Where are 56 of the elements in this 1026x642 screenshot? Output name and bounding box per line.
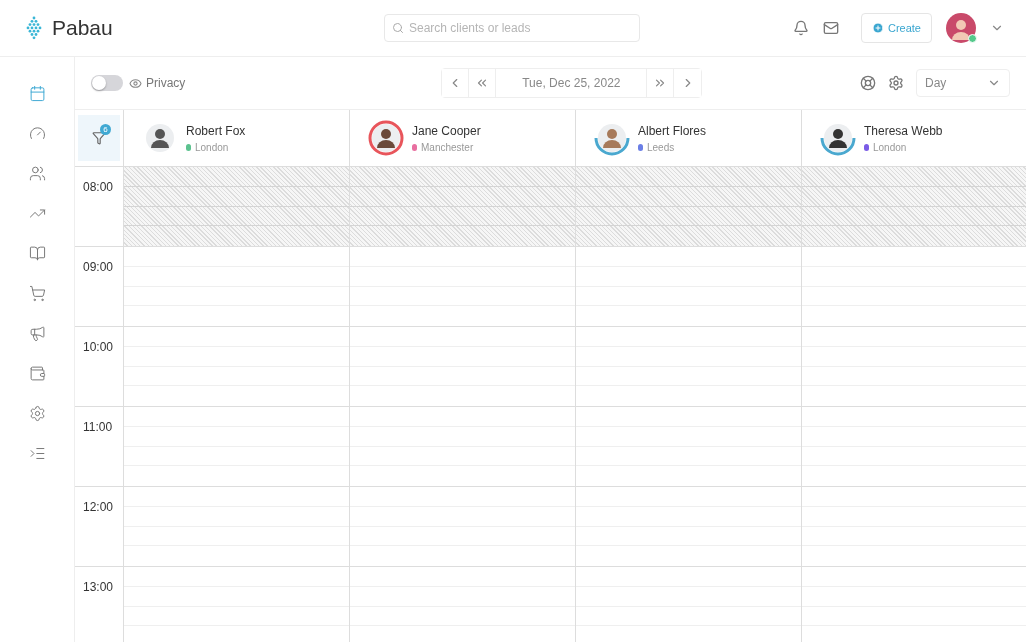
blocked-slot[interactable] <box>802 167 1026 247</box>
staff-name: Theresa Webb <box>864 123 943 138</box>
privacy-label: Privacy <box>146 76 186 90</box>
location-label: London <box>873 141 907 153</box>
calendar-icon[interactable] <box>27 83 47 103</box>
time-slot[interactable] <box>124 567 350 642</box>
previous-button[interactable] <box>442 69 470 97</box>
time-slot[interactable] <box>124 327 350 407</box>
filter-button[interactable]: 6 <box>78 115 120 161</box>
lifebuoy-icon[interactable] <box>860 75 876 91</box>
time-slot[interactable] <box>576 407 802 487</box>
wallet-icon[interactable] <box>27 363 47 383</box>
time-slot[interactable] <box>350 327 576 407</box>
filter-icon <box>92 131 106 145</box>
privacy-toggle[interactable] <box>91 75 123 91</box>
staff-name: Robert Fox <box>186 123 246 138</box>
location-label: Manchester <box>421 141 474 153</box>
people-icon[interactable] <box>27 163 47 183</box>
staff-name: Albert Flores <box>638 123 707 138</box>
cart-icon[interactable] <box>27 283 47 303</box>
time-slot[interactable] <box>576 567 802 642</box>
plus-icon <box>871 22 884 34</box>
blocked-slot[interactable] <box>576 167 802 247</box>
time-slot[interactable] <box>576 247 802 327</box>
bell-icon[interactable] <box>792 20 809 36</box>
blocked-slot[interactable] <box>124 167 350 247</box>
location-label: Leeds <box>647 141 675 153</box>
time-slot[interactable] <box>350 487 576 567</box>
time-slot[interactable] <box>576 487 802 567</box>
time-slot[interactable] <box>350 567 576 642</box>
time-label: 11:00 <box>83 420 113 434</box>
time-label: 09:00 <box>83 260 114 274</box>
time-label: 08:00 <box>83 180 114 194</box>
time-slot[interactable] <box>576 327 802 407</box>
user-avatar[interactable] <box>946 13 976 43</box>
time-slot[interactable] <box>124 247 350 327</box>
time-label: 12:00 <box>83 500 114 514</box>
staff-name: Jane Cooper <box>412 123 481 138</box>
blocked-slot[interactable] <box>350 167 576 247</box>
settings-icon[interactable] <box>888 75 904 91</box>
time-slot[interactable] <box>124 407 350 487</box>
time-slot[interactable] <box>350 407 576 487</box>
location-label: London <box>195 141 229 153</box>
search-icon <box>392 22 404 34</box>
logo-text: Pabau <box>52 16 113 40</box>
time-label: 10:00 <box>83 340 114 354</box>
eye-icon <box>129 76 142 90</box>
time-label: 13:00 <box>83 580 114 594</box>
time-slot[interactable] <box>350 247 576 327</box>
time-slot[interactable] <box>124 487 350 567</box>
search-field[interactable]: Search clients or leads <box>384 14 640 42</box>
create-button[interactable]: Create <box>860 13 932 43</box>
mail-icon[interactable] <box>822 20 839 36</box>
book-icon[interactable] <box>27 243 47 263</box>
filter-badge: 6 <box>100 124 111 135</box>
view-select[interactable]: Day <box>916 69 1010 97</box>
